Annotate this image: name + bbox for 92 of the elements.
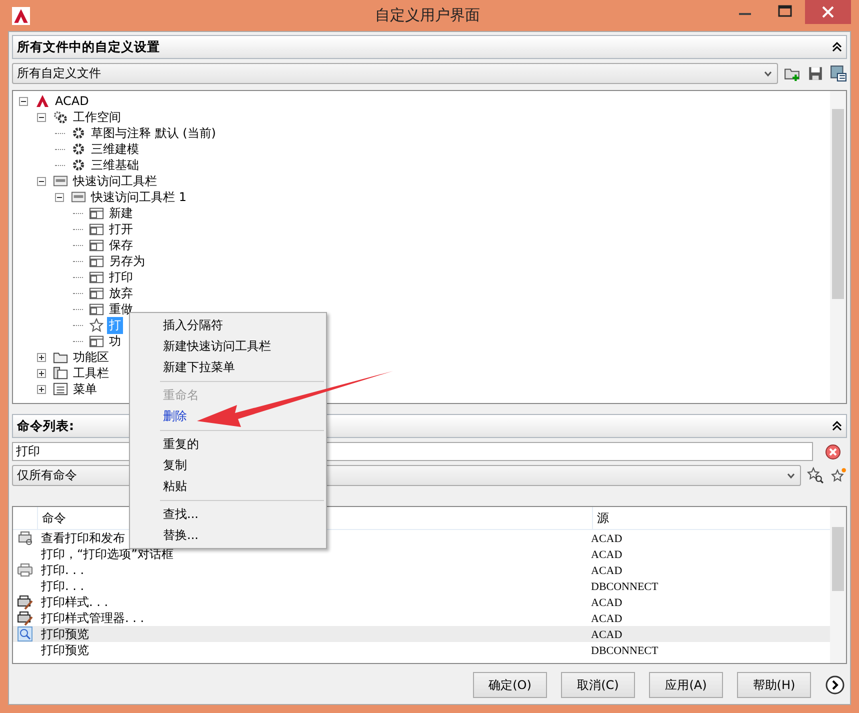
scroll-thumb[interactable] <box>832 527 844 591</box>
command-cell[interactable]: 打印样式. . . <box>41 594 108 608</box>
collapse-icon[interactable] <box>19 96 28 106</box>
magnifier-page-icon <box>17 626 33 642</box>
command-cell[interactable]: 打印. . . <box>41 562 84 576</box>
tree-item[interactable]: 打开 <box>107 220 135 238</box>
tree-item[interactable]: 三维基础 <box>89 156 141 174</box>
source-cell: ACAD <box>591 629 622 641</box>
expand-icon[interactable] <box>37 352 46 362</box>
new-star-icon[interactable] <box>830 467 847 484</box>
tree-item[interactable]: 快速访问工具栏 <box>71 172 159 190</box>
picture-list-icon[interactable] <box>830 65 847 82</box>
window-icon <box>89 334 104 348</box>
collapse-icon[interactable] <box>832 421 842 431</box>
toolbar-icon <box>71 190 86 204</box>
menu-item[interactable]: 替换... <box>130 525 326 546</box>
tree-item[interactable]: 快速访问工具栏 1 <box>89 188 188 206</box>
source-cell: ACAD <box>591 549 622 561</box>
scrollbar[interactable] <box>830 91 846 403</box>
menu-item[interactable]: 删除 <box>130 406 326 427</box>
tree-item[interactable]: 放弃 <box>107 284 135 302</box>
printer-icon <box>17 562 33 578</box>
dialog-button[interactable]: 取消(C) <box>561 672 635 698</box>
folder-icon <box>53 350 68 364</box>
command-cell[interactable]: 打印样式管理器. . . <box>41 610 144 624</box>
tree-item[interactable]: 功能区 <box>71 348 111 366</box>
tree-item[interactable]: 草图与注释 默认 (当前) <box>89 124 218 142</box>
dialog-button[interactable]: 帮助(H) <box>737 672 811 698</box>
menu-item[interactable]: 插入分隔符 <box>130 315 326 336</box>
window-icon <box>89 302 104 316</box>
tree-item[interactable]: 工作空间 <box>71 108 123 126</box>
tree-item[interactable]: 三维建模 <box>89 140 141 158</box>
gear-icon <box>71 158 86 172</box>
printer-brush-icon <box>17 594 33 610</box>
collapse-icon[interactable] <box>55 192 64 202</box>
gear-icon <box>71 126 86 140</box>
scrollbar[interactable] <box>830 507 846 663</box>
printer-icon <box>17 530 33 546</box>
window-title: 自定义用户界面 <box>375 6 480 24</box>
tree-item[interactable]: 菜单 <box>71 380 99 398</box>
file-dropdown[interactable]: 所有自定义文件 <box>12 63 778 84</box>
menu-item[interactable]: 新建快速访问工具栏 <box>130 336 326 357</box>
clear-icon[interactable] <box>825 444 841 460</box>
command-cell[interactable]: 打印预览 <box>41 626 89 640</box>
scroll-thumb[interactable] <box>832 109 844 299</box>
window-icon <box>89 238 104 252</box>
caret-icon[interactable] <box>763 68 773 78</box>
window-icon <box>89 222 104 236</box>
tree-item[interactable]: 功 <box>107 332 123 350</box>
star-search-icon[interactable] <box>807 467 824 484</box>
section-title: 命令列表: <box>17 418 74 434</box>
triangle-logo-icon <box>12 6 30 24</box>
gears-icon <box>53 110 68 124</box>
window-icon <box>89 254 104 268</box>
collapse-icon[interactable] <box>832 42 842 52</box>
tree-item[interactable]: 另存为 <box>107 252 147 270</box>
source-cell: DBCONNECT <box>591 645 658 657</box>
dialog-button[interactable]: 应用(A) <box>649 672 723 698</box>
menu-item[interactable]: 查找... <box>130 504 326 525</box>
command-cell[interactable]: 打印. . . <box>41 578 84 592</box>
window-icon <box>89 270 104 284</box>
caret-icon[interactable] <box>786 470 796 480</box>
chevron-right-icon[interactable] <box>825 675 845 695</box>
section-title: 所有文件中的自定义设置 <box>17 38 160 56</box>
tree-item[interactable]: 保存 <box>107 236 135 254</box>
collapse-icon[interactable] <box>37 176 46 186</box>
toolbar-icon <box>53 174 68 188</box>
source-cell: ACAD <box>591 597 622 609</box>
expand-icon[interactable] <box>37 384 46 394</box>
expand-icon[interactable] <box>37 368 46 378</box>
tree-item[interactable]: 打印 <box>107 268 135 286</box>
window-icon <box>89 206 104 220</box>
collapse-icon[interactable] <box>37 112 46 122</box>
tree-item[interactable]: 新建 <box>107 204 135 222</box>
dialog-button[interactable]: 确定(O) <box>473 672 547 698</box>
tree-item[interactable]: ACAD <box>53 94 91 108</box>
menu-item[interactable]: 新建下拉菜单 <box>130 357 326 378</box>
toolbars-icon <box>53 366 68 380</box>
save-icon[interactable] <box>807 65 824 82</box>
command-cell[interactable]: 打印预览 <box>41 642 89 656</box>
source-cell: ACAD <box>591 533 622 545</box>
source-cell: ACAD <box>591 565 622 577</box>
menu-icon <box>53 382 68 396</box>
close-button[interactable] <box>805 0 851 24</box>
star-icon <box>89 318 104 332</box>
window-icon <box>89 286 104 300</box>
triangle-logo-icon <box>35 94 50 108</box>
gear-icon <box>71 142 86 156</box>
command-cell[interactable]: 查看打印和发布 <box>41 530 125 544</box>
source-cell: ACAD <box>591 613 622 625</box>
tree-item[interactable]: 工具栏 <box>71 364 111 382</box>
source-cell: DBCONNECT <box>591 581 658 593</box>
